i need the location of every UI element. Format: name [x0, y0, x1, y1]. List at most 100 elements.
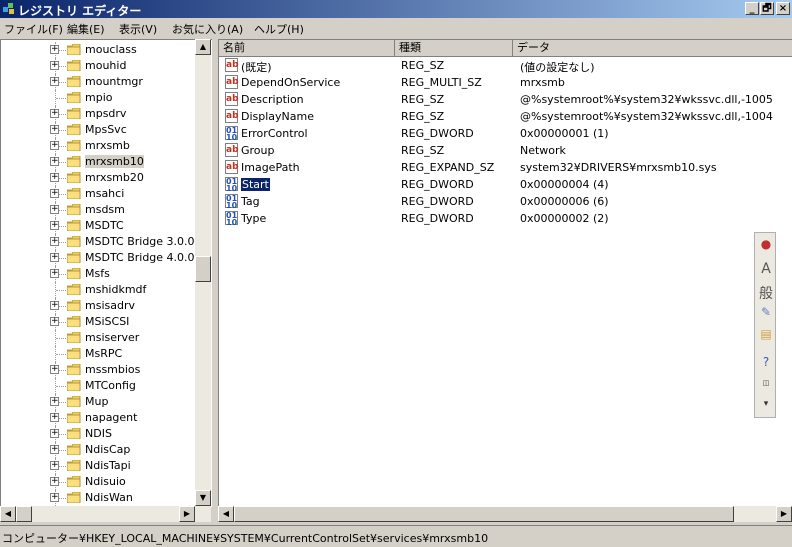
- minimize-button[interactable]: _: [745, 2, 759, 15]
- tree-item-label: mountmgr: [85, 75, 143, 88]
- value-type: REG_DWORD: [401, 195, 474, 208]
- folder-icon: [67, 444, 81, 455]
- tree-item[interactable]: + msahci: [1, 186, 197, 202]
- menu-help[interactable]: ヘルプ(H): [254, 21, 304, 37]
- column-header-type[interactable]: 種類: [395, 40, 513, 57]
- expand-plus-icon[interactable]: +: [50, 461, 59, 470]
- expand-plus-icon[interactable]: +: [50, 77, 59, 86]
- expand-plus-icon[interactable]: +: [50, 125, 59, 134]
- value-row[interactable]: ab (既定) REG_SZ (値の設定なし): [219, 57, 792, 74]
- tree-item[interactable]: + msisadrv: [1, 298, 197, 314]
- tree-item[interactable]: + mssmbios: [1, 362, 197, 378]
- value-row[interactable]: 01 10 Start REG_DWORD 0x00000004 (4): [219, 176, 792, 193]
- list-horizontal-scrollbar[interactable]: ◀ ▶: [218, 506, 792, 522]
- tree-item[interactable]: + MSiSCSI: [1, 314, 197, 330]
- tree-item[interactable]: + mouclass: [1, 42, 197, 58]
- value-row[interactable]: 01 10 ErrorControl REG_DWORD 0x00000001 (1): [219, 125, 792, 142]
- tree-item[interactable]: mshidkmdf: [1, 282, 197, 298]
- value-row[interactable]: 01 10 Type REG_DWORD 0x00000002 (2): [219, 210, 792, 227]
- value-row[interactable]: ab ImagePath REG_EXPAND_SZ system32¥DRIVERS…: [219, 159, 792, 176]
- tree-item[interactable]: + mrxsmb10: [1, 154, 197, 170]
- expand-plus-icon[interactable]: +: [50, 109, 59, 118]
- tree-hscroll-thumb[interactable]: [16, 506, 32, 522]
- expand-plus-icon[interactable]: +: [50, 157, 59, 166]
- value-row[interactable]: 01 10 Tag REG_DWORD 0x00000006 (6): [219, 193, 792, 210]
- ime-icon[interactable]: ●: [757, 237, 775, 251]
- menu-edit[interactable]: 編集(E): [67, 21, 105, 37]
- expand-plus-icon[interactable]: +: [50, 365, 59, 374]
- tree-horizontal-scrollbar[interactable]: ◀ ▶: [0, 506, 211, 522]
- expand-plus-icon[interactable]: +: [50, 205, 59, 214]
- tree-item[interactable]: + Mup: [1, 394, 197, 410]
- help-icon[interactable]: ?: [757, 355, 775, 369]
- column-header-name[interactable]: 名前: [219, 40, 395, 57]
- tree-item[interactable]: + mrxsmb20: [1, 170, 197, 186]
- key-tree[interactable]: + mouclass + mouhid + mountmgr mpio + mpsdrv + Mps…: [0, 39, 212, 507]
- tree-item[interactable]: + NDIS: [1, 426, 197, 442]
- expand-plus-icon[interactable]: +: [50, 221, 59, 230]
- tree-item[interactable]: + MSDTC Bridge 4.0.0.0: [1, 250, 205, 266]
- tree-item[interactable]: + mpsdrv: [1, 106, 197, 122]
- expand-plus-icon[interactable]: +: [50, 237, 59, 246]
- tree-item[interactable]: + MSDTC Bridge 3.0.0.0: [1, 234, 205, 250]
- tree-item[interactable]: msiserver: [1, 330, 197, 346]
- tree-item[interactable]: + msdsm: [1, 202, 197, 218]
- menu-favorites[interactable]: お気に入り(A): [172, 21, 243, 37]
- value-list[interactable]: 名前 種類 データ ab (既定) REG_SZ (値の設定なし) ab DependOn…: [218, 39, 792, 507]
- expand-plus-icon[interactable]: +: [50, 173, 59, 182]
- value-row[interactable]: ab DisplayName REG_SZ @%systemroot%¥system3…: [219, 108, 792, 125]
- expand-plus-icon[interactable]: +: [50, 493, 59, 502]
- tree-item[interactable]: + mountmgr: [1, 74, 197, 90]
- expand-plus-icon[interactable]: +: [50, 445, 59, 454]
- tree-item[interactable]: + NdisWan: [1, 490, 197, 506]
- tree-item[interactable]: MTConfig: [1, 378, 197, 394]
- list-scroll-left-arrow-icon[interactable]: ◀: [218, 506, 234, 522]
- scroll-thumb[interactable]: [195, 256, 211, 282]
- tree-item[interactable]: + mrxsmb: [1, 138, 197, 154]
- expand-plus-icon[interactable]: +: [50, 429, 59, 438]
- expand-plus-icon[interactable]: +: [50, 397, 59, 406]
- tree-item[interactable]: + NdisTapi: [1, 458, 197, 474]
- tree-item[interactable]: + MSDTC: [1, 218, 197, 234]
- language-bar[interactable]: ● A 般 ✎ ▤ ? ◫ ▾: [754, 232, 776, 418]
- expand-plus-icon[interactable]: +: [50, 45, 59, 54]
- expand-plus-icon[interactable]: +: [50, 253, 59, 262]
- tree-item[interactable]: + NdisCap: [1, 442, 197, 458]
- title-bar[interactable]: レジストリ エディター _ 🗗 ×: [0, 0, 792, 18]
- close-button[interactable]: ×: [776, 2, 790, 15]
- tree-item[interactable]: + mouhid: [1, 58, 197, 74]
- tools-icon[interactable]: ▤: [757, 327, 775, 341]
- expand-plus-icon[interactable]: +: [50, 61, 59, 70]
- list-hscroll-thumb[interactable]: [234, 506, 734, 522]
- value-row[interactable]: ab DependOnService REG_MULTI_SZ mrxsmb: [219, 74, 792, 91]
- expand-plus-icon[interactable]: +: [50, 189, 59, 198]
- menu-view[interactable]: 表示(V): [119, 21, 157, 37]
- column-header-data[interactable]: データ: [513, 40, 792, 57]
- tree-item[interactable]: + MpsSvc: [1, 122, 197, 138]
- tree-item[interactable]: mpio: [1, 90, 197, 106]
- expand-plus-icon[interactable]: +: [50, 269, 59, 278]
- expand-plus-icon[interactable]: +: [50, 141, 59, 150]
- tree-item[interactable]: + napagent: [1, 410, 197, 426]
- value-row[interactable]: ab Group REG_SZ Network: [219, 142, 792, 159]
- menu-file[interactable]: ファイル(F): [4, 21, 63, 37]
- list-scroll-right-arrow-icon[interactable]: ▶: [776, 506, 792, 522]
- scroll-right-arrow-icon[interactable]: ▶: [179, 506, 195, 522]
- expand-plus-icon[interactable]: +: [50, 477, 59, 486]
- scroll-down-arrow-icon[interactable]: ▼: [195, 490, 211, 506]
- restore-button[interactable]: 🗗: [760, 2, 774, 15]
- ime-pad-icon[interactable]: ✎: [757, 305, 775, 319]
- tree-vertical-scrollbar[interactable]: ▲ ▼: [195, 39, 211, 506]
- scroll-left-arrow-icon[interactable]: ◀: [0, 506, 16, 522]
- options-arrow-icon[interactable]: ▾: [757, 399, 775, 409]
- tree-item[interactable]: + Msfs: [1, 266, 197, 282]
- conversion-mode-label[interactable]: 般: [757, 283, 775, 303]
- expand-plus-icon[interactable]: +: [50, 317, 59, 326]
- tree-item[interactable]: MsRPC: [1, 346, 197, 362]
- expand-plus-icon[interactable]: +: [50, 301, 59, 310]
- value-row[interactable]: ab Description REG_SZ @%systemroot%¥system3…: [219, 91, 792, 108]
- scroll-up-arrow-icon[interactable]: ▲: [195, 39, 211, 55]
- tree-item[interactable]: + Ndisuio: [1, 474, 197, 490]
- input-mode-label[interactable]: A: [757, 261, 775, 277]
- expand-plus-icon[interactable]: +: [50, 413, 59, 422]
